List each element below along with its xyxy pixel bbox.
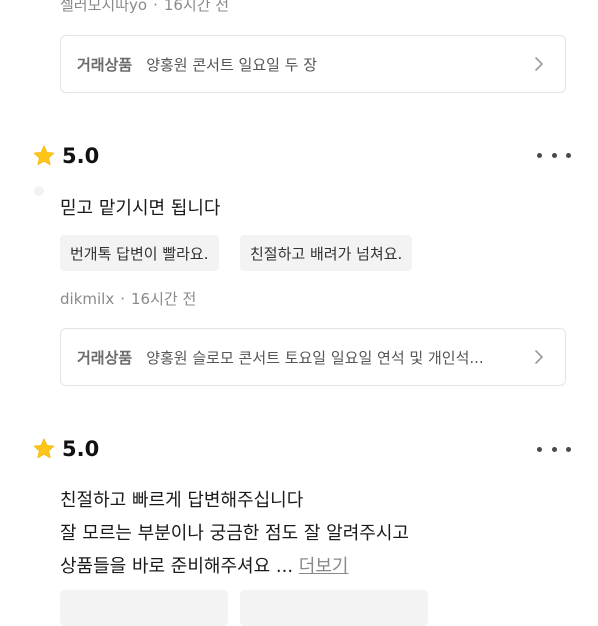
trade-item-name: 양홍원 슬로모 콘서트 토요일 일요일 연석 및 개인석... (146, 348, 484, 367)
review-text: 친절하고 빠르게 답변해주십니다 잘 모르는 부분이나 궁금한 점도 잘 알려주… (60, 484, 409, 583)
review-tag (60, 590, 228, 626)
review-author[interactable]: 셀러모시따yo (60, 0, 147, 14)
review-text-line: 상품들을 바로 준비해주셔요 ... 더보기 (60, 550, 409, 583)
more-dot-icon (551, 446, 557, 452)
review-text-line: 잘 모르는 부분이나 궁금한 점도 잘 알려주시고 (60, 523, 409, 544)
more-options-button[interactable] (537, 442, 571, 456)
more-dot-icon (537, 446, 542, 452)
rating-score: 5.0 (62, 144, 100, 168)
star-icon (33, 145, 55, 166)
review-meta: 셀러모시따yo · 16시간 전 (60, 0, 229, 15)
trade-item-card[interactable]: 거래상품 양홍원 콘서트 일요일 두 장 (60, 35, 566, 93)
review-author[interactable]: dikmilx (60, 290, 114, 308)
more-dot-icon (566, 446, 571, 452)
trade-label: 거래상품 (77, 348, 133, 367)
review-text-line: 친절하고 빠르게 답변해주십니다 (60, 490, 304, 511)
chevron-right-icon (535, 57, 543, 71)
more-dot-icon (566, 152, 571, 158)
trade-label: 거래상품 (77, 55, 133, 74)
review-time: 16시간 전 (130, 290, 197, 308)
star-icon (33, 438, 55, 459)
rating: 5.0 (32, 141, 99, 171)
review-tag: 번개톡 답변이 빨라요. (60, 235, 219, 271)
more-dot-icon (537, 152, 542, 158)
more-dot-icon (551, 152, 557, 158)
review-meta: dikmilx · 16시간 전 (60, 290, 197, 308)
review-text: 믿고 맡기시면 됩니다 (60, 198, 221, 219)
chevron-right-icon (535, 350, 543, 364)
review-time: 16시간 전 (163, 0, 230, 14)
review-tag: 친절하고 배려가 넘쳐요. (240, 235, 413, 271)
review-text-truncated: 상품들을 바로 준비해주셔요 ... (60, 556, 294, 577)
more-options-button[interactable] (537, 148, 571, 162)
rating: 5.0 (32, 434, 99, 464)
review-tag (240, 590, 428, 626)
trade-item-card[interactable]: 거래상품 양홍원 슬로모 콘서트 토요일 일요일 연석 및 개인석... (60, 328, 566, 386)
rating-score: 5.0 (62, 437, 100, 461)
trade-item-name: 양홍원 콘서트 일요일 두 장 (146, 55, 318, 74)
read-more-link[interactable]: 더보기 (299, 556, 349, 577)
divider-dot (34, 186, 44, 196)
